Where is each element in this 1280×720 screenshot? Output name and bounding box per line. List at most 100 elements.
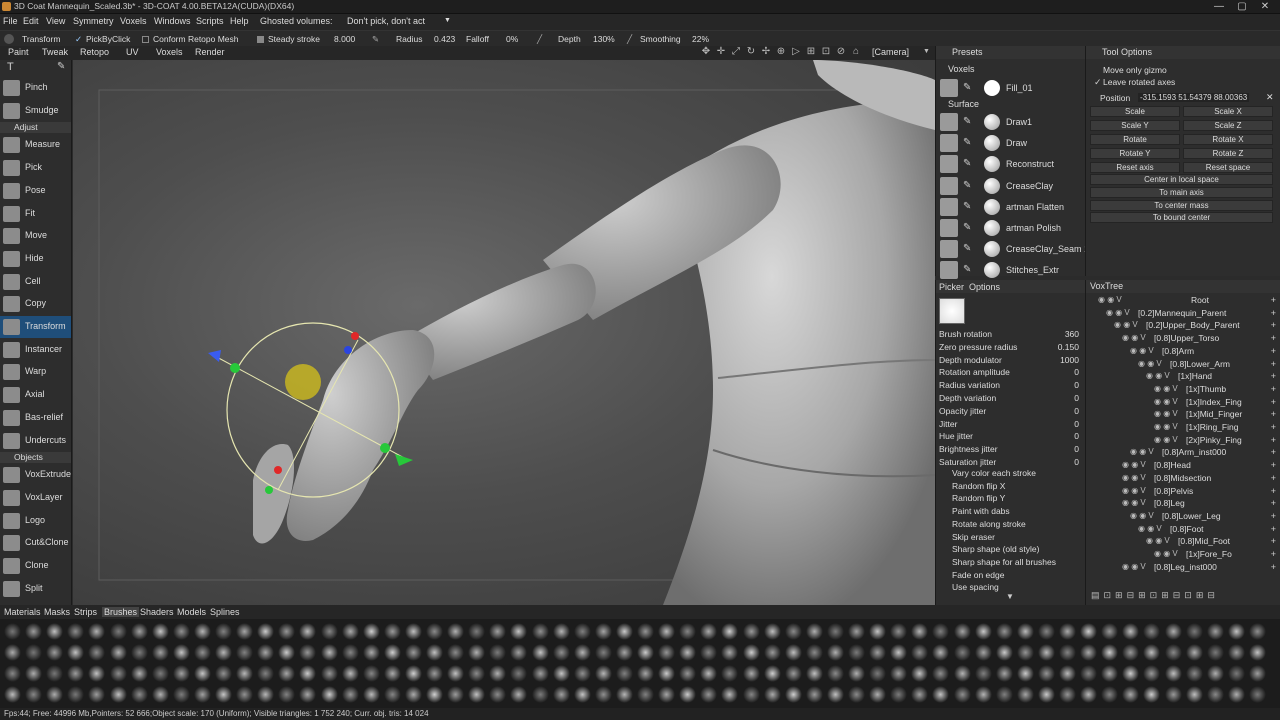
brush-alpha-thumbnail[interactable]	[573, 665, 591, 682]
brush-alpha-thumbnail[interactable]	[552, 686, 570, 703]
menu-scripts[interactable]: Scripts	[196, 16, 224, 26]
tab-materials[interactable]: Materials	[4, 607, 41, 617]
add-icon[interactable]: +	[1271, 397, 1276, 407]
brush-alpha-thumbnail[interactable]	[447, 686, 465, 703]
voxtree-row[interactable]: ◉ ◉ V [1x]Mid_Finger +	[1086, 409, 1280, 421]
option-random-flip-y[interactable]: Random flip Y	[939, 493, 1081, 505]
eye-icon[interactable]: ◉ ◉ V	[1122, 333, 1146, 342]
brush-alpha-thumbnail[interactable]	[1122, 686, 1140, 703]
brush-alpha-thumbnail[interactable]	[130, 686, 148, 703]
preset-draw[interactable]: ✎ Draw	[938, 133, 1084, 153]
brush-alpha-thumbnail[interactable]	[721, 644, 739, 661]
gizmo-y-handle[interactable]	[230, 363, 240, 373]
brush-alpha-thumbnail[interactable]	[447, 665, 465, 682]
scale-x-button[interactable]: Scale X	[1183, 106, 1273, 117]
param-value[interactable]: 0	[1074, 444, 1079, 454]
brush-alpha-thumbnail[interactable]	[215, 623, 232, 640]
brush-alpha-thumbnail[interactable]	[1080, 644, 1098, 661]
brush-alpha-thumbnail[interactable]	[4, 686, 21, 703]
3d-viewport[interactable]	[73, 60, 935, 605]
param-value[interactable]: 0	[1074, 393, 1079, 403]
brush-alpha-thumbnail[interactable]	[1037, 644, 1055, 661]
tab-brushes[interactable]: Brushes	[102, 607, 140, 617]
brush-alpha-thumbnail[interactable]	[109, 665, 127, 682]
check-icon[interactable]: ✓	[75, 34, 82, 45]
brush-alpha-thumbnail[interactable]	[4, 644, 21, 661]
brush-alpha-thumbnail[interactable]	[1206, 623, 1224, 640]
brush-alpha-thumbnail[interactable]	[1248, 623, 1266, 640]
brush-alpha-thumbnail[interactable]	[658, 686, 676, 703]
brush-alpha-thumbnail[interactable]	[88, 644, 106, 661]
brush-alpha-thumbnail[interactable]	[552, 665, 570, 682]
brush-alpha-thumbnail[interactable]	[573, 686, 591, 703]
add-icon[interactable]: +	[1271, 346, 1276, 356]
preset-reconstruct[interactable]: ✎ Reconstruct	[938, 154, 1084, 174]
brush-alpha-thumbnail[interactable]	[362, 665, 380, 682]
brush-alpha-thumbnail[interactable]	[510, 623, 528, 640]
brush-icon[interactable]: ✎	[57, 61, 65, 72]
param-value[interactable]: 0	[1074, 419, 1079, 429]
brush-alpha-thumbnail[interactable]	[489, 623, 507, 640]
brush-alpha-thumbnail[interactable]	[1227, 686, 1245, 703]
brush-alpha-thumbnail[interactable]	[848, 644, 865, 661]
brush-alpha-thumbnail[interactable]	[700, 665, 718, 682]
to-bound-center-button[interactable]: To bound center	[1090, 212, 1273, 224]
rotate-button[interactable]: Rotate	[1090, 134, 1180, 145]
brush-alpha-thumbnail[interactable]	[700, 623, 718, 640]
to-center-mass-button[interactable]: To center mass	[1090, 199, 1273, 211]
brush-alpha-thumbnail[interactable]	[658, 623, 676, 640]
brush-alpha-thumbnail[interactable]	[172, 665, 190, 682]
brush-alpha-thumbnail[interactable]	[531, 644, 549, 661]
brush-alpha-thumbnail[interactable]	[531, 686, 549, 703]
tab-shaders[interactable]: Shaders	[140, 607, 174, 617]
brush-alpha-thumbnail[interactable]	[953, 665, 971, 682]
brush-alpha-thumbnail[interactable]	[742, 623, 760, 640]
brush-alpha-thumbnail[interactable]	[658, 644, 676, 661]
steady-stroke-checkbox[interactable]	[257, 36, 264, 43]
brush-alpha-thumbnail[interactable]	[1164, 686, 1182, 703]
brush-alpha-thumbnail[interactable]	[1122, 665, 1140, 682]
voxtree-row[interactable]: ◉ ◉ V Root +	[1086, 295, 1280, 307]
voxtree-row[interactable]: ◉ ◉ V [1x]Fore_Fo +	[1086, 549, 1280, 561]
tab-render[interactable]: Render	[195, 47, 225, 57]
brush-alpha-thumbnail[interactable]	[1037, 665, 1055, 682]
menu-help[interactable]: Help	[230, 16, 249, 26]
brush-alpha-thumbnail[interactable]	[911, 644, 929, 661]
brush-alpha-thumbnail[interactable]	[510, 665, 528, 682]
brush-alpha-thumbnail[interactable]	[1080, 686, 1098, 703]
brush-alpha-thumbnail[interactable]	[1143, 686, 1161, 703]
brush-alpha-thumbnail[interactable]	[679, 665, 697, 682]
brush-alpha-thumbnail[interactable]	[383, 686, 401, 703]
brush-alpha-thumbnail[interactable]	[25, 644, 43, 661]
brush-alpha-thumbnail[interactable]	[805, 665, 823, 682]
add-icon[interactable]: +	[1271, 511, 1276, 521]
tool-pick[interactable]: Pick	[0, 157, 71, 179]
brush-alpha-thumbnail[interactable]	[67, 623, 85, 640]
brush-alpha-thumbnail[interactable]	[974, 665, 992, 682]
brush-alpha-thumbnail[interactable]	[299, 665, 317, 682]
brush-alpha-thumbnail[interactable]	[763, 686, 781, 703]
add-icon[interactable]: +	[1271, 562, 1276, 572]
param-rotation-amplitude[interactable]: Rotation amplitude 0	[939, 367, 1081, 379]
brush-alpha-thumbnail[interactable]	[594, 644, 612, 661]
add-icon[interactable]: +	[1271, 359, 1276, 369]
brush-alpha-thumbnail[interactable]	[679, 623, 697, 640]
preset-artman-flatten[interactable]: ✎ artman Flatten	[938, 197, 1084, 217]
rotate-x-button[interactable]: Rotate X	[1183, 134, 1273, 145]
brush-alpha-thumbnail[interactable]	[1016, 623, 1034, 640]
eye-icon[interactable]: ◉ ◉ V	[1154, 397, 1178, 406]
voxtree-row[interactable]: ◉ ◉ V [0.2]Upper_Body_Parent +	[1086, 320, 1280, 332]
brush-alpha-thumbnail[interactable]	[826, 665, 844, 682]
menu-windows[interactable]: Windows	[154, 16, 191, 26]
tab-options[interactable]: Options	[969, 282, 1000, 292]
brush-alpha-thumbnail[interactable]	[932, 686, 950, 703]
eye-icon[interactable]: ◉ ◉ V	[1130, 511, 1154, 520]
brush-alpha-thumbnail[interactable]	[362, 644, 380, 661]
add-icon[interactable]: +	[1271, 460, 1276, 470]
eye-icon[interactable]: ◉ ◉ V	[1122, 460, 1146, 469]
brush-alpha-thumbnail[interactable]	[552, 623, 570, 640]
brush-alpha-thumbnail[interactable]	[172, 686, 190, 703]
brush-alpha-thumbnail[interactable]	[848, 665, 865, 682]
brush-alpha-thumbnail[interactable]	[172, 644, 190, 661]
brush-alpha-thumbnail[interactable]	[510, 644, 528, 661]
